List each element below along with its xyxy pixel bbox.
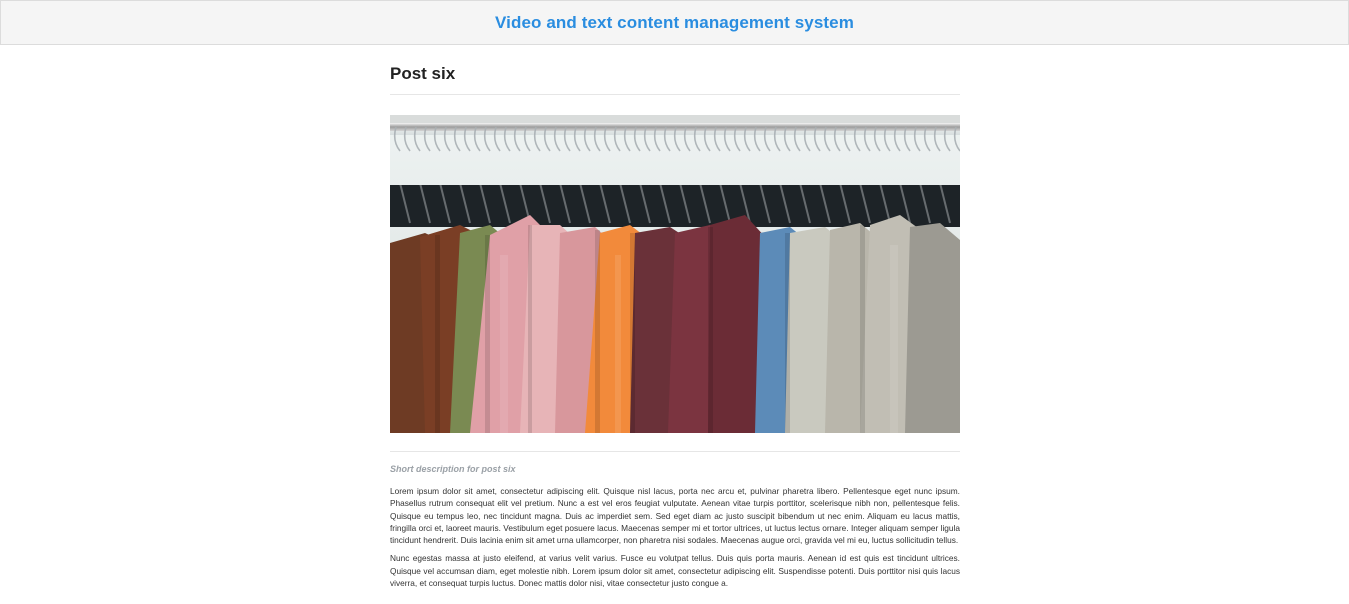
site-title-link[interactable]: Video and text content management system xyxy=(495,13,854,33)
top-navbar: Video and text content management system xyxy=(0,0,1349,45)
post-paragraph: Lorem ipsum dolor sit amet, consectetur … xyxy=(390,486,960,546)
post-title: Post six xyxy=(390,64,456,83)
clothes-rack-illustration xyxy=(390,115,960,433)
post-image xyxy=(390,115,960,433)
post-paragraph: Nunc egestas massa at justo eleifend, at… xyxy=(390,553,960,589)
title-divider xyxy=(390,94,960,95)
post-body: Lorem ipsum dolor sit amet, consectetur … xyxy=(390,485,960,589)
image-divider xyxy=(390,451,960,452)
post-container: Post six Short description for post six … xyxy=(390,46,960,589)
post-short-description: Short description for post six xyxy=(390,464,516,474)
